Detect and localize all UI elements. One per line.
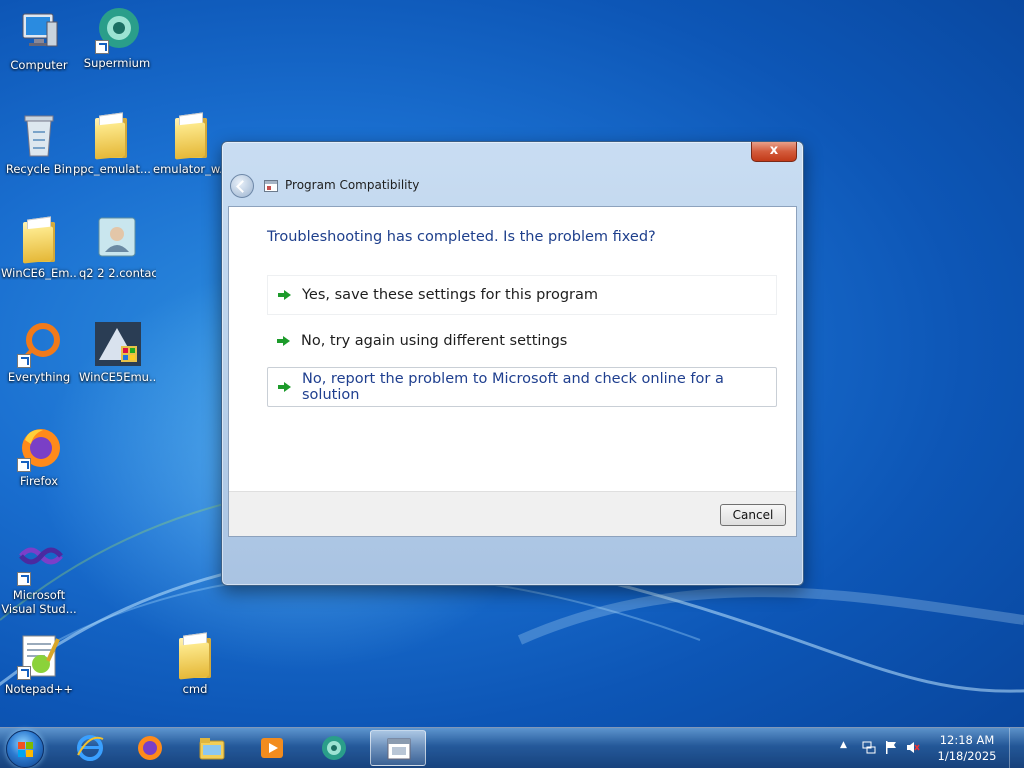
clock-date: 1/18/2025 xyxy=(937,749,997,763)
file-explorer-icon xyxy=(199,738,225,760)
close-button[interactable]: x xyxy=(751,142,797,162)
firefox-icon xyxy=(138,736,162,760)
shortcut-arrow-icon xyxy=(17,354,31,368)
desktop-icon-visual-studio[interactable]: Microsoft Visual Stud... xyxy=(0,538,78,616)
desktop-icon-ppc-emulator[interactable]: ppc_emulat... xyxy=(72,112,150,176)
desktop-icon-everything[interactable]: Everything xyxy=(0,320,78,384)
cancel-button[interactable]: Cancel xyxy=(720,504,786,526)
green-arrow-icon xyxy=(278,288,292,302)
shortcut-arrow-icon xyxy=(17,458,31,472)
desktop-icon-cmd[interactable]: cmd xyxy=(156,632,234,696)
clock[interactable]: 12:18 AM 1/18/2025 xyxy=(936,732,998,764)
taskbar: ▲ 12:18 AM 1/18/2025 xyxy=(0,727,1024,768)
wince-emulator-icon xyxy=(93,320,141,368)
desktop-icon-firefox[interactable]: Firefox xyxy=(0,424,78,488)
recycle-bin-icon xyxy=(15,112,63,160)
contact-icon xyxy=(93,216,141,264)
dialog-content: Troubleshooting has completed. Is the pr… xyxy=(228,206,797,537)
desktop-icon-computer[interactable]: Computer xyxy=(0,8,78,72)
shortcut-arrow-icon xyxy=(95,40,109,54)
action-center-flag-icon[interactable] xyxy=(884,741,898,754)
desktop-icon-recycle-bin[interactable]: Recycle Bin xyxy=(0,112,78,176)
windows-logo-icon xyxy=(18,742,34,758)
volume-muted-icon[interactable] xyxy=(906,741,920,754)
program-compatibility-dialog: x Program Compatibility Troubleshooting … xyxy=(221,141,804,586)
back-button[interactable] xyxy=(230,174,254,198)
question-heading: Troubleshooting has completed. Is the pr… xyxy=(267,229,656,245)
option-label: Yes, save these settings for this progra… xyxy=(302,287,598,303)
taskbar-firefox[interactable] xyxy=(122,730,178,766)
firefox-icon xyxy=(15,424,63,472)
folder-icon xyxy=(171,632,219,680)
program-compatibility-icon xyxy=(387,738,411,760)
computer-icon xyxy=(15,8,63,56)
show-hidden-icons-button[interactable]: ▲ xyxy=(840,740,847,750)
green-arrow-icon xyxy=(277,334,291,348)
clock-time: 12:18 AM xyxy=(939,733,995,747)
show-desktop-button[interactable] xyxy=(1009,728,1024,768)
visual-studio-icon xyxy=(15,538,63,586)
media-player-icon xyxy=(261,738,283,758)
desktop-icon-wince5-emulator[interactable]: WinCE5Emu... xyxy=(78,320,156,384)
taskbar-media-player[interactable] xyxy=(244,730,300,766)
supermium-icon xyxy=(322,736,346,760)
green-arrow-icon xyxy=(278,380,292,394)
option-no-try-again[interactable]: No, try again using different settings xyxy=(267,321,777,361)
dialog-footer: Cancel xyxy=(229,491,796,536)
desktop-icon-supermium[interactable]: Supermium xyxy=(78,6,156,70)
option-no-report-problem[interactable]: No, report the problem to Microsoft and … xyxy=(267,367,777,407)
taskbar-program-compatibility[interactable] xyxy=(370,730,426,766)
dialog-title: Program Compatibility xyxy=(285,178,420,192)
folder-icon xyxy=(167,112,215,160)
supermium-icon xyxy=(93,6,141,54)
shortcut-arrow-icon xyxy=(17,572,31,586)
notepad-plus-plus-icon xyxy=(15,632,63,680)
desktop-icon-contact[interactable]: q2 2 2.contact xyxy=(78,216,156,280)
option-label: No, try again using different settings xyxy=(301,333,568,349)
everything-icon xyxy=(15,320,63,368)
folder-icon xyxy=(15,216,63,264)
system-tray: ▲ 12:18 AM 1/18/2025 xyxy=(834,728,1024,768)
start-button[interactable] xyxy=(6,730,44,768)
shortcut-arrow-icon xyxy=(17,666,31,680)
internet-explorer-icon xyxy=(77,735,104,761)
taskbar-file-explorer[interactable] xyxy=(184,730,240,766)
taskbar-internet-explorer[interactable] xyxy=(62,730,118,766)
close-icon: x xyxy=(769,143,779,158)
folder-icon xyxy=(87,112,135,160)
option-label: No, report the problem to Microsoft and … xyxy=(302,371,724,403)
option-yes-save-settings[interactable]: Yes, save these settings for this progra… xyxy=(267,275,777,315)
network-icon[interactable] xyxy=(862,741,876,754)
desktop-icon-wince6[interactable]: WinCE6_Em... xyxy=(0,216,78,280)
program-compatibility-icon xyxy=(264,180,278,192)
taskbar-supermium[interactable] xyxy=(306,730,362,766)
desktop-icon-emulator-w[interactable]: emulator_w... xyxy=(152,112,230,176)
desktop-icon-notepad-plus-plus[interactable]: Notepad++ xyxy=(0,632,78,696)
